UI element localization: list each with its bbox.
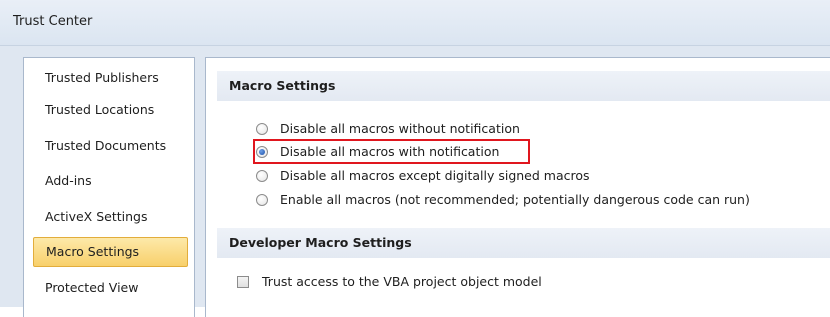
radio-button-selected-icon[interactable] xyxy=(256,146,268,158)
sidebar-item-trusted-documents[interactable]: Trusted Documents xyxy=(33,131,188,161)
option-disable-except-signed[interactable]: Disable all macros except digitally sign… xyxy=(256,165,590,187)
checkbox-icon[interactable] xyxy=(237,276,249,288)
radio-button-icon[interactable] xyxy=(256,170,268,182)
sidebar-item-activex-settings[interactable]: ActiveX Settings xyxy=(33,202,188,232)
sidebar-item-trusted-locations[interactable]: Trusted Locations xyxy=(33,95,188,125)
option-label: Disable all macros without notification xyxy=(280,121,520,136)
macro-settings-header: Macro Settings xyxy=(217,71,830,101)
trust-vba-access-option[interactable]: Trust access to the VBA project object m… xyxy=(237,271,542,293)
title-bar: Trust Center xyxy=(0,0,830,46)
option-label: Enable all macros (not recommended; pote… xyxy=(280,192,750,207)
sidebar-item-protected-view[interactable]: Protected View xyxy=(33,273,188,303)
checkbox-label: Trust access to the VBA project object m… xyxy=(262,274,542,289)
macro-settings-panel: Macro Settings Disable all macros withou… xyxy=(205,57,830,317)
sidebar-item-add-ins[interactable]: Add-ins xyxy=(33,166,188,196)
trust-center-window: Trust Center Trusted Publishers Trusted … xyxy=(0,0,830,317)
option-disable-with-notification[interactable]: Disable all macros with notification xyxy=(256,141,499,163)
window-title: Trust Center xyxy=(13,14,93,29)
developer-macro-settings-header: Developer Macro Settings xyxy=(217,228,830,258)
radio-button-icon[interactable] xyxy=(256,194,268,206)
option-label: Disable all macros with notification xyxy=(280,144,500,159)
option-label: Disable all macros except digitally sign… xyxy=(280,168,590,183)
option-enable-all-macros[interactable]: Enable all macros (not recommended; pote… xyxy=(256,189,750,211)
radio-button-icon[interactable] xyxy=(256,123,268,135)
option-disable-without-notification[interactable]: Disable all macros without notification xyxy=(256,118,520,140)
sidebar-item-trusted-publishers[interactable]: Trusted Publishers xyxy=(33,63,188,93)
sidebar-item-macro-settings[interactable]: Macro Settings xyxy=(33,237,188,267)
sidebar: Trusted Publishers Trusted Locations Tru… xyxy=(23,57,195,317)
